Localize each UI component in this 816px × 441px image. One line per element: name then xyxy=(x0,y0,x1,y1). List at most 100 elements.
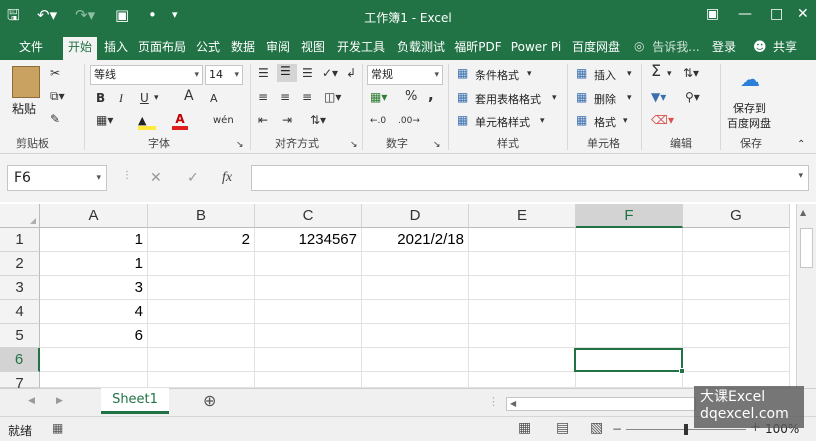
column-header-c[interactable]: C xyxy=(255,204,362,228)
cell-b5[interactable] xyxy=(148,324,255,348)
cell-b1[interactable]: 2 xyxy=(148,228,255,252)
cell-b2[interactable] xyxy=(148,252,255,276)
vertical-scroll-thumb[interactable] xyxy=(800,228,813,268)
ribbon-display-icon[interactable]: ▣ xyxy=(706,6,719,22)
clear-icon[interactable]: ⌫▾ xyxy=(651,113,674,127)
decrease-decimal-icon[interactable]: .00→ xyxy=(398,114,420,128)
increase-indent-icon[interactable]: ⇥ xyxy=(282,113,292,127)
tab-insert[interactable]: 插入 xyxy=(100,37,132,60)
bold-button[interactable]: B xyxy=(96,91,105,105)
row-header-4[interactable]: 4 xyxy=(0,300,40,324)
cell-a6[interactable] xyxy=(40,348,148,372)
align-left-icon[interactable]: ≡ xyxy=(258,90,268,104)
chevron-down-icon[interactable]: ▾ xyxy=(627,91,632,105)
cell-e4[interactable] xyxy=(469,300,576,324)
increase-decimal-icon[interactable]: ←.0 xyxy=(370,114,386,128)
column-header-e[interactable]: E xyxy=(469,204,576,228)
cell-g3[interactable] xyxy=(683,276,790,300)
wrap-text-icon[interactable]: ↲ xyxy=(346,66,356,80)
sheet-tab-sheet1[interactable]: Sheet1 xyxy=(101,388,169,414)
cell-d3[interactable] xyxy=(362,276,469,300)
row-header-6[interactable]: 6 xyxy=(0,348,40,372)
align-bottom-icon[interactable]: ☰ xyxy=(302,66,313,80)
border-icon[interactable]: ▦▾ xyxy=(96,113,113,127)
format-painter-icon[interactable]: ✎ xyxy=(50,112,60,126)
column-header-d[interactable]: D xyxy=(362,204,469,228)
chevron-down-icon[interactable]: ▾ xyxy=(627,67,632,81)
cell-d5[interactable] xyxy=(362,324,469,348)
scroll-up-icon[interactable]: ▲ xyxy=(800,208,806,217)
cell-a5[interactable]: 6 xyxy=(40,324,148,348)
row-header-2[interactable]: 2 xyxy=(0,252,40,276)
cell-c1[interactable]: 1234567 xyxy=(255,228,362,252)
orientation-icon[interactable]: ✓▾ xyxy=(322,66,338,80)
tell-me-search[interactable]: 告诉我... xyxy=(650,37,702,60)
underline-dropdown-icon[interactable]: ▾ xyxy=(154,91,159,105)
cell-g6[interactable] xyxy=(683,348,790,372)
column-header-a[interactable]: A xyxy=(40,204,148,228)
scroll-left-icon[interactable]: ◀ xyxy=(510,399,516,408)
zoom-slider-thumb[interactable] xyxy=(684,424,688,435)
cancel-icon[interactable]: ✕ xyxy=(150,170,162,186)
close-icon[interactable]: ✕ xyxy=(797,6,809,22)
name-box[interactable]: F6 ▾ xyxy=(7,165,107,191)
cell-f5[interactable] xyxy=(576,324,683,348)
cell-e6[interactable] xyxy=(469,348,576,372)
cell-g1[interactable] xyxy=(683,228,790,252)
grow-font-button[interactable]: A xyxy=(184,89,194,103)
chevron-down-icon[interactable]: ▾ xyxy=(623,114,628,128)
cell-a4[interactable]: 4 xyxy=(40,300,148,324)
cell-d2[interactable] xyxy=(362,252,469,276)
tab-review[interactable]: 审阅 xyxy=(262,37,294,60)
font-size-combo[interactable]: 14 ▾ xyxy=(205,65,243,85)
normal-view-icon[interactable]: ▦ xyxy=(518,420,531,436)
vertical-scrollbar[interactable]: ▲ xyxy=(796,204,816,388)
save-to-label-line2[interactable]: 百度网盘 xyxy=(727,115,771,131)
font-dialog-launcher-icon[interactable]: ↘ xyxy=(236,138,244,152)
tab-file[interactable]: 文件 xyxy=(12,37,50,60)
italic-button[interactable]: I xyxy=(119,91,123,105)
cell-a2[interactable]: 1 xyxy=(40,252,148,276)
chevron-down-icon[interactable]: ▾ xyxy=(552,91,557,105)
column-header-b[interactable]: B xyxy=(148,204,255,228)
scroll-sheet-left-icon[interactable]: ◀ xyxy=(28,396,35,406)
formula-input[interactable]: ▾ xyxy=(251,165,809,191)
baidu-cloud-icon[interactable]: ☁ xyxy=(740,68,760,90)
format-as-table-icon[interactable]: ▦ xyxy=(457,90,468,104)
text-direction-icon[interactable]: ⇅▾ xyxy=(310,113,326,127)
tab-power-pivot[interactable]: Power Pi xyxy=(507,37,565,60)
row-header-3[interactable]: 3 xyxy=(0,276,40,300)
cut-icon[interactable]: ✂ xyxy=(50,66,60,80)
cell-c6[interactable] xyxy=(255,348,362,372)
enter-icon[interactable]: ✓ xyxy=(187,170,199,186)
chevron-down-icon[interactable]: ▾ xyxy=(667,67,672,81)
zoom-slider[interactable] xyxy=(626,424,746,435)
shrink-font-button[interactable]: A xyxy=(210,92,218,106)
merge-center-icon[interactable]: ◫▾ xyxy=(324,90,341,104)
insert-function-button[interactable]: fx xyxy=(222,170,232,186)
tab-developer[interactable]: 开发工具 xyxy=(332,37,390,60)
phonetic-guide-button[interactable]: wén xyxy=(213,114,234,128)
paste-button[interactable]: 粘贴 xyxy=(12,100,36,117)
fill-color-icon[interactable]: ▲ xyxy=(138,113,156,130)
cell-c5[interactable] xyxy=(255,324,362,348)
cell-c2[interactable] xyxy=(255,252,362,276)
font-name-combo[interactable]: 等线 ▾ xyxy=(90,65,203,85)
share-button[interactable]: 共享 xyxy=(768,37,802,60)
cell-b7[interactable] xyxy=(148,372,255,388)
paste-icon[interactable] xyxy=(12,66,40,98)
cell-b4[interactable] xyxy=(148,300,255,324)
maximize-icon[interactable]: □ xyxy=(770,6,783,22)
sign-in-link[interactable]: 登录 xyxy=(707,37,741,60)
tab-view[interactable]: 视图 xyxy=(297,37,329,60)
zoom-out-icon[interactable]: − xyxy=(612,422,622,436)
minimize-icon[interactable]: — xyxy=(738,6,752,22)
page-layout-view-icon[interactable]: ▤ xyxy=(556,420,569,436)
tab-foxit-pdf[interactable]: 福昕PDF xyxy=(452,37,504,60)
delete-cells-button[interactable]: 删除 xyxy=(594,91,616,107)
conditional-format-icon[interactable]: ▦ xyxy=(457,66,468,80)
align-middle-icon[interactable]: ☰ xyxy=(277,64,297,82)
cell-f3[interactable] xyxy=(576,276,683,300)
tab-data[interactable]: 数据 xyxy=(227,37,259,60)
cell-e3[interactable] xyxy=(469,276,576,300)
